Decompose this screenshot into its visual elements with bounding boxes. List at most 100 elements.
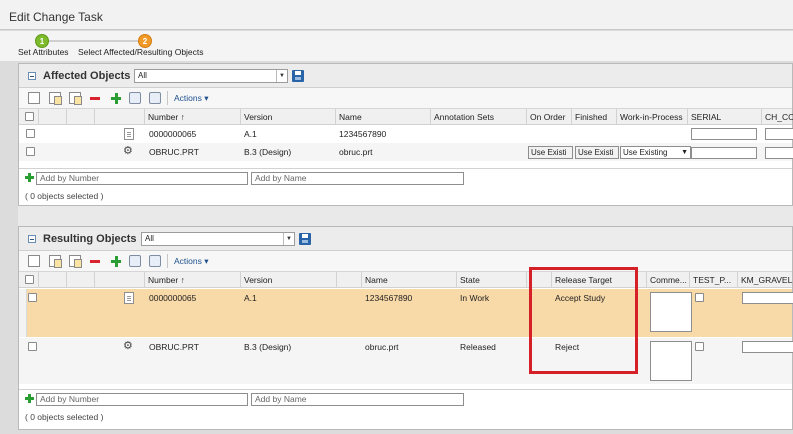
resulting-table-header: Number ↑ Version Name State Release Targ… [19,272,792,288]
add-by-number-input[interactable]: Add by Number [36,393,248,406]
resulting-add-row: Add by Number Add by Name [19,389,792,407]
resulting-actions-menu[interactable]: Actions ▾ [174,256,209,267]
header-comments[interactable]: Comme... [647,272,690,288]
row-number[interactable]: 0000000065 [149,129,196,139]
km-gravel-input[interactable] [742,292,793,304]
select-all-checkbox[interactable] [25,112,34,121]
header-number[interactable]: Number ↑ [145,272,241,288]
row-version: B.3 (Design) [244,147,292,157]
test-p-checkbox[interactable] [695,293,704,302]
add-by-name-input[interactable]: Add by Name [251,172,464,185]
row-number[interactable]: OBRUC.PRT [149,147,199,157]
copy-icon[interactable] [28,255,40,267]
header-on-order[interactable]: On Order [527,109,572,125]
header-version[interactable]: Version [241,109,336,125]
header-serial[interactable]: SERIAL [688,109,762,125]
copy-icon[interactable] [28,92,40,104]
wip-select[interactable]: Use Existing ▼ [620,146,691,159]
resulting-panel-title: Resulting Objects [43,233,137,245]
serial-input[interactable] [691,147,757,159]
table-row[interactable]: ⚙ OBRUC.PRT B.3 (Design) obruc.prt Relea… [19,338,793,384]
paste-special-icon[interactable] [69,92,82,105]
save-icon[interactable] [299,233,311,245]
header-number[interactable]: Number ↑ [145,109,241,125]
row-checkbox[interactable] [28,293,37,302]
table-row[interactable]: 0000000065 A.1 1234567890 [19,126,793,142]
gear-icon: ⚙ [123,145,133,157]
table-row[interactable]: ⚙ OBRUC.PRT B.3 (Design) obruc.prt Use E… [19,143,793,161]
add-icon[interactable] [110,255,122,267]
header-name[interactable]: Name [362,272,457,288]
header-select-all [19,272,39,288]
resulting-panel-header: Resulting Objects All ▼ [19,227,792,251]
step-1-indicator[interactable]: 1 [35,34,49,48]
header-icon-col [95,272,145,288]
affected-actions-menu[interactable]: Actions ▾ [174,93,209,104]
header-name[interactable]: Name [336,109,431,125]
chevron-down-icon: ▼ [276,70,287,82]
add-icon[interactable] [25,394,34,403]
gear-icon: ⚙ [123,340,133,352]
on-order-button[interactable]: Use Existi [528,146,573,159]
header-annotation-sets[interactable]: Annotation Sets [431,109,527,125]
remove-icon[interactable] [89,255,101,267]
km-gravel-input[interactable] [742,341,793,353]
affected-table-header: Number ↑ Version Name Annotation Sets On… [19,109,793,125]
add-by-number-input[interactable]: Add by Number [36,172,248,185]
affected-view-select[interactable]: All ▼ [134,69,288,83]
collapse-icon[interactable] [28,72,36,80]
affected-objects-panel: Affected Objects All ▼ Actions ▾ Number … [18,63,793,206]
header-work-in-process[interactable]: Work-in-Process [617,109,688,125]
row-version: A.1 [244,129,257,139]
document-icon [124,292,134,304]
step-2-label[interactable]: Select Affected/Resulting Objects [78,47,204,57]
add-by-name-input[interactable]: Add by Name [251,393,464,406]
save-icon[interactable] [292,70,304,82]
resulting-toolbar: Actions ▾ [19,251,792,272]
comments-textarea[interactable] [650,292,692,332]
serial-input[interactable] [691,128,757,140]
test-p-checkbox[interactable] [695,342,704,351]
row-name: obruc.prt [339,147,373,157]
collect-icon[interactable] [149,255,161,267]
collect-icon[interactable] [149,92,161,104]
select-all-checkbox[interactable] [25,275,34,284]
step-1-label[interactable]: Set Attributes [18,47,69,57]
refresh-icon[interactable] [129,255,141,267]
header-finished[interactable]: Finished [572,109,617,125]
row-number[interactable]: 0000000065 [149,293,196,303]
row-name: 1234567890 [365,293,413,303]
header-version[interactable]: Version [241,272,337,288]
refresh-icon[interactable] [129,92,141,104]
row-checkbox[interactable] [26,129,35,138]
header-blank-2 [67,109,95,125]
header-select-all [19,109,39,125]
paste-icon[interactable] [49,92,62,105]
wip-select-value: Use Existing [623,148,668,157]
remove-icon[interactable] [89,92,101,104]
add-icon[interactable] [25,173,34,182]
paste-icon[interactable] [49,255,62,268]
ch-co-input[interactable] [765,147,793,159]
header-km-gravel[interactable]: KM_GRAVEL [738,272,793,288]
chevron-down-icon: ▼ [283,233,294,245]
row-name: 1234567890 [339,129,387,139]
row-number[interactable]: OBRUC.PRT [149,342,199,352]
resulting-view-select[interactable]: All ▼ [141,232,295,246]
paste-special-icon[interactable] [69,255,82,268]
ch-co-input[interactable] [765,128,793,140]
header-ch-co[interactable]: CH_CO [762,109,793,125]
header-number-label: Number [148,112,179,122]
comments-textarea[interactable] [650,341,692,381]
row-checkbox[interactable] [26,147,35,156]
table-row[interactable]: 0000000065 A.1 1234567890 In Work Accept… [19,289,793,337]
row-strip [19,289,27,337]
row-checkbox[interactable] [28,342,37,351]
finished-button[interactable]: Use Existi [575,146,619,159]
header-test-p[interactable]: TEST_P... [690,272,738,288]
header-state[interactable]: State [457,272,527,288]
collapse-icon[interactable] [28,235,36,243]
panel-separator [18,206,793,226]
step-2-indicator[interactable]: 2 [138,34,152,48]
add-icon[interactable] [110,92,122,104]
